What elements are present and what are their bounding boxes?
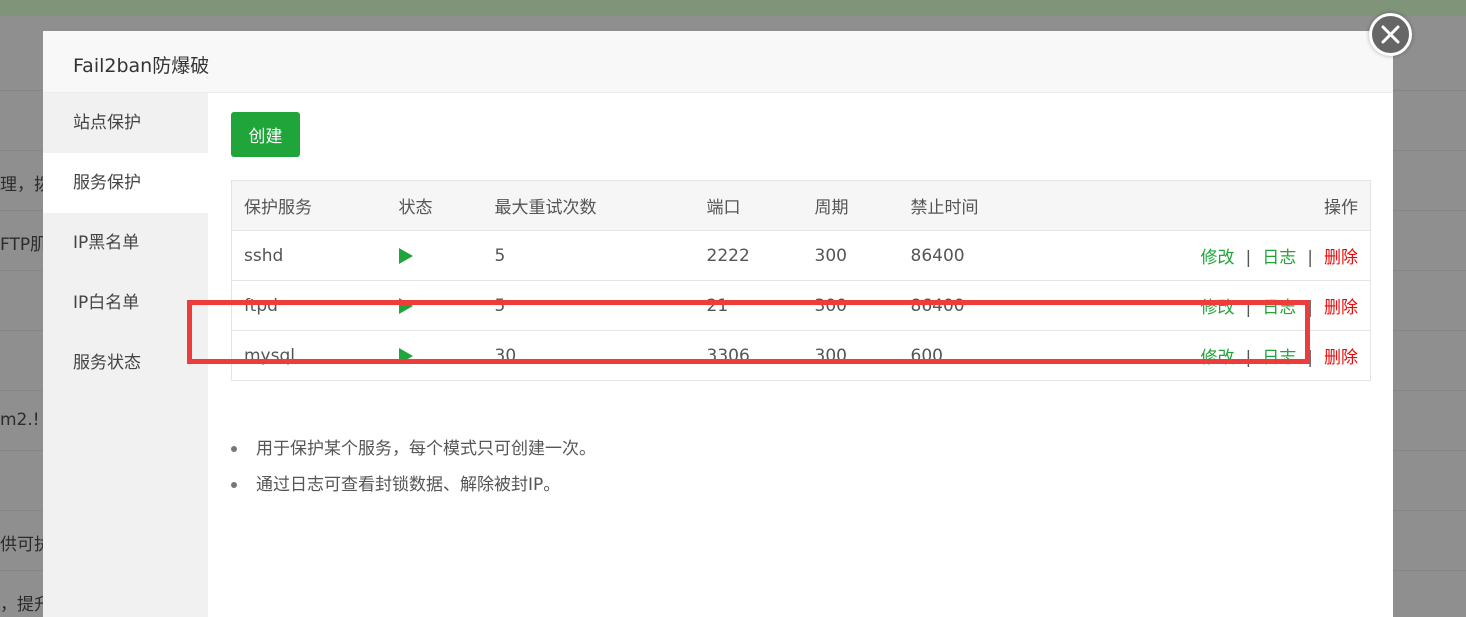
log-link[interactable]: 日志 xyxy=(1262,298,1296,318)
column-header: 周期 xyxy=(802,180,899,231)
separator: | xyxy=(1245,298,1252,318)
delete-link[interactable]: 删除 xyxy=(1324,298,1358,318)
tip-item: 用于保护某个服务，每个模式只可创建一次。 xyxy=(231,431,596,467)
log-link[interactable]: 日志 xyxy=(1262,348,1296,368)
period: 300 xyxy=(802,280,899,331)
table-row: mysql 30 3306 300 600 修改 | 日志 | 删除 xyxy=(231,330,1371,381)
max-retry: 5 xyxy=(482,230,695,281)
sidebar-item-label: IP黑名单 xyxy=(73,233,140,253)
tip-item: 通过日志可查看封锁数据、解除被封IP。 xyxy=(231,467,596,503)
background-topbar xyxy=(0,0,1466,16)
status-cell xyxy=(386,330,483,381)
separator: | xyxy=(1307,348,1313,368)
period: 300 xyxy=(802,330,899,381)
service-table: 保护服务 状态 最大重试次数 端口 周期 禁止时间 操作 sshd 5 2222… xyxy=(231,180,1371,381)
operations-cell: 修改 | 日志 | 删除 xyxy=(1078,230,1371,281)
period: 300 xyxy=(802,230,899,281)
ban-time: 600 xyxy=(898,330,1079,381)
status-cell xyxy=(386,280,483,331)
separator: | xyxy=(1307,298,1313,318)
operations-cell: 修改 | 日志 | 删除 xyxy=(1078,280,1371,331)
table-row: sshd 5 2222 300 86400 修改 | 日志 | 删除 xyxy=(231,230,1371,281)
sidebar-item-label: 站点保护 xyxy=(73,113,141,133)
edit-link[interactable]: 修改 xyxy=(1201,248,1235,268)
table-row: ftpd 5 21 300 86400 修改 | 日志 | 删除 xyxy=(231,280,1371,331)
sidebar-item-service-protection[interactable]: 服务保护 xyxy=(43,153,208,213)
column-header: 最大重试次数 xyxy=(482,180,695,231)
close-button[interactable] xyxy=(1369,13,1412,56)
max-retry: 30 xyxy=(482,330,695,381)
delete-link[interactable]: 删除 xyxy=(1324,348,1358,368)
dialog-header: Fail2ban防爆破 xyxy=(43,31,1393,93)
background-text: FTP肌 xyxy=(0,235,48,255)
tips-list: 用于保护某个服务，每个模式只可创建一次。 通过日志可查看封锁数据、解除被封IP。 xyxy=(231,431,596,503)
table-header-row: 保护服务 状态 最大重试次数 端口 周期 禁止时间 操作 xyxy=(231,180,1371,231)
dialog-content: 创建 保护服务 状态 最大重试次数 端口 周期 禁止时间 操作 sshd 5 2… xyxy=(208,93,1393,617)
sidebar-item-label: IP白名单 xyxy=(73,293,140,313)
separator: | xyxy=(1307,248,1313,268)
sidebar-item-service-status[interactable]: 服务状态 xyxy=(43,333,208,393)
play-icon[interactable] xyxy=(398,297,413,314)
separator: | xyxy=(1245,248,1252,268)
background-text: m2.! xyxy=(0,410,40,430)
delete-link[interactable]: 删除 xyxy=(1324,248,1358,268)
max-retry: 5 xyxy=(482,280,695,331)
port: 21 xyxy=(694,280,803,331)
close-icon xyxy=(1381,25,1400,44)
column-header: 禁止时间 xyxy=(898,180,1079,231)
sidebar-item-label: 服务保护 xyxy=(73,173,141,193)
separator: | xyxy=(1245,348,1252,368)
port: 2222 xyxy=(694,230,803,281)
fail2ban-dialog: Fail2ban防爆破 站点保护 服务保护 IP黑名单 IP白名单 服务状态 创… xyxy=(43,31,1393,617)
dialog-sidebar: 站点保护 服务保护 IP黑名单 IP白名单 服务状态 xyxy=(43,93,208,617)
operations-cell: 修改 | 日志 | 删除 xyxy=(1078,330,1371,381)
play-icon[interactable] xyxy=(398,347,413,364)
ban-time: 86400 xyxy=(898,230,1079,281)
service-name: ftpd xyxy=(231,280,387,331)
column-header: 保护服务 xyxy=(231,180,387,231)
column-header: 状态 xyxy=(386,180,483,231)
sidebar-item-ip-whitelist[interactable]: IP白名单 xyxy=(43,273,208,333)
service-name: sshd xyxy=(231,230,387,281)
dialog-title: Fail2ban防爆破 xyxy=(73,55,210,77)
create-button[interactable]: 创建 xyxy=(231,112,300,157)
edit-link[interactable]: 修改 xyxy=(1201,298,1235,318)
edit-link[interactable]: 修改 xyxy=(1201,348,1235,368)
sidebar-item-ip-blacklist[interactable]: IP黑名单 xyxy=(43,213,208,273)
column-header: 操作 xyxy=(1078,180,1371,231)
status-cell xyxy=(386,230,483,281)
column-header: 端口 xyxy=(694,180,803,231)
play-icon[interactable] xyxy=(398,247,413,264)
service-name: mysql xyxy=(231,330,387,381)
ban-time: 86400 xyxy=(898,280,1079,331)
sidebar-item-site-protection[interactable]: 站点保护 xyxy=(43,93,208,153)
sidebar-item-label: 服务状态 xyxy=(73,353,141,373)
log-link[interactable]: 日志 xyxy=(1262,248,1296,268)
port: 3306 xyxy=(694,330,803,381)
